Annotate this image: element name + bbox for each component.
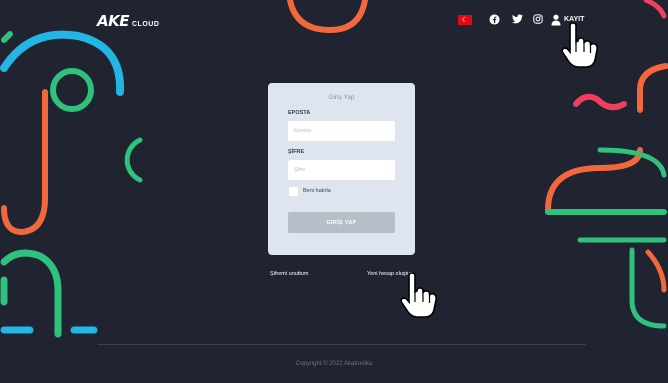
deco-green-right-vertical [629,247,667,329]
facebook-glyph [488,14,500,25]
deco-green-c [124,137,143,183]
remember-me-label[interactable]: Beni hatırla [303,188,331,194]
forgot-password-link[interactable]: Şifremi unuttum [270,271,309,277]
login-page: AKE CLOUD ☾ KAYIT Giriş Yap EPOSTA Epost… [0,0,668,383]
deco-pink-wave [573,93,627,111]
language-flag-tr[interactable]: ☾ [458,15,472,25]
deco-green-right-hook [637,63,668,113]
instagram-glyph [533,14,543,24]
hand-cursor-icon-2 [400,272,438,318]
deco-orange-hook [1,195,48,236]
twitter-icon[interactable] [511,14,523,26]
facebook-icon[interactable] [488,14,500,26]
hand-cursor-icon [561,22,599,68]
email-field[interactable] [288,121,395,141]
login-title: Giriş Yap [328,94,355,101]
remember-me-checkbox[interactable] [289,187,298,196]
copyright-text: Copyright © 2022 Akatronika [295,361,373,367]
logo-subtitle: CLOUD [131,21,160,28]
logo-mark: AKE [97,12,129,30]
deco-green-lower [0,249,62,338]
twitter-glyph [511,14,523,24]
email-label: EPOSTA [288,110,311,116]
ake-cloud-logo[interactable]: AKE CLOUD [97,12,159,30]
deco-green-ring [50,68,94,112]
crescent-star-icon: ☾ [461,16,469,24]
login-button[interactable]: GİRİŞ YAP [288,212,395,233]
instagram-icon[interactable] [532,14,544,26]
login-card: Giriş Yap EPOSTA ŞİFRE Beni hatırla GİRİ… [268,83,415,255]
footer-divider [98,344,586,345]
password-field[interactable] [288,160,395,180]
password-label: ŞİFRE [288,149,305,155]
deco-orange-right-arc [545,147,643,213]
deco-orange-right-bottom [645,249,667,293]
